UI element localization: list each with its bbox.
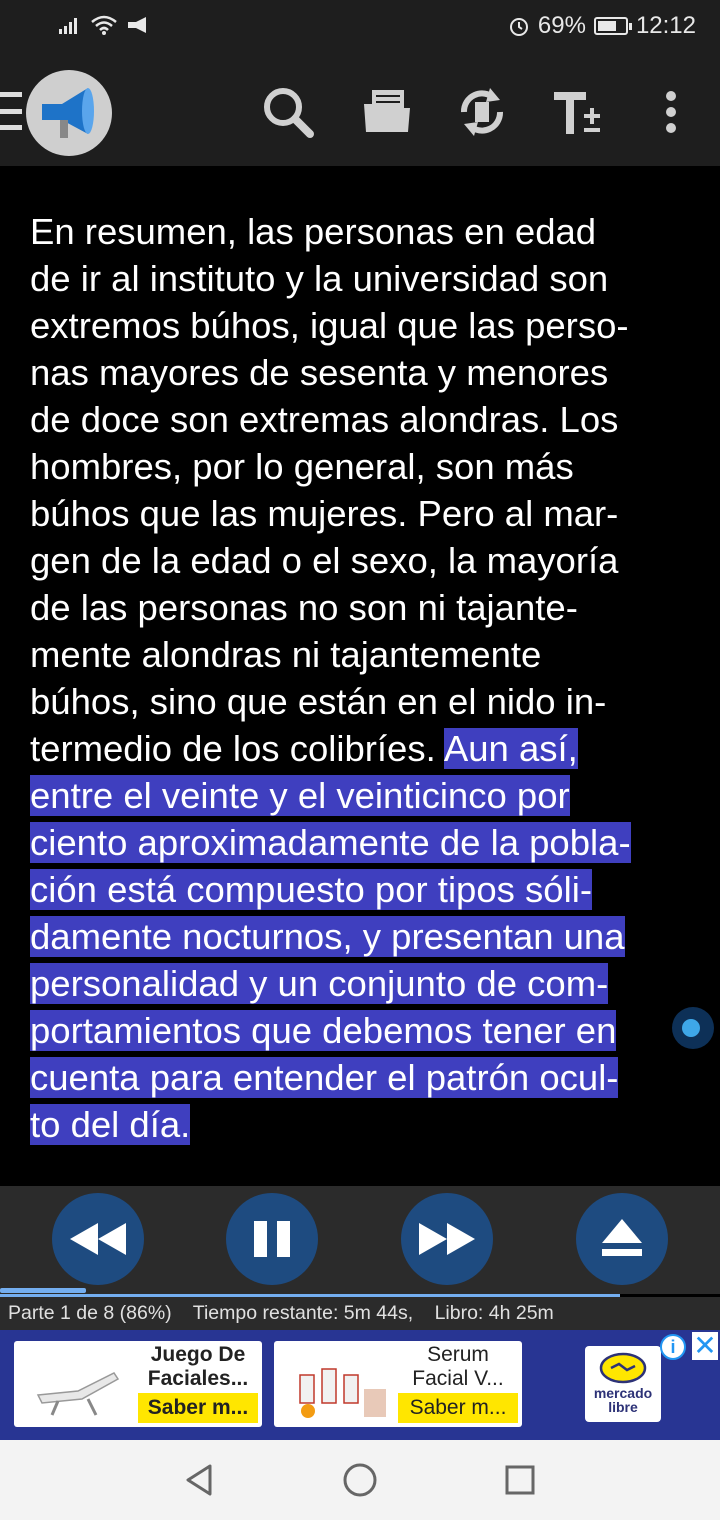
highlighted-text[interactable]: portamientos que debemos tener en <box>30 1010 617 1051</box>
search-icon[interactable] <box>258 82 318 142</box>
eject-button[interactable] <box>576 1193 668 1285</box>
mercado-libre-logo[interactable]: mercado libre <box>585 1346 661 1422</box>
megaphone-status-icon <box>128 17 146 33</box>
text-line-mixed: termedio de los colibríes. Aun así, <box>30 725 700 772</box>
megaphone-icon[interactable] <box>26 70 112 156</box>
ad-banner[interactable]: Juego De Faciales... Saber m... Serum Fa… <box>0 1330 720 1440</box>
recents-icon[interactable] <box>502 1462 538 1498</box>
text-line: búhos, sino que están en el nido in- <box>30 681 607 722</box>
rewind-button[interactable] <box>52 1193 144 1285</box>
highlighted-text[interactable]: Aun así, <box>443 728 578 769</box>
battery-percent: 69% <box>537 12 586 39</box>
back-icon[interactable] <box>182 1462 218 1498</box>
progress-track[interactable] <box>0 1286 720 1294</box>
sync-icon[interactable] <box>452 82 512 142</box>
highlighted-text[interactable]: entre el veinte y el veinticinco por <box>30 775 570 816</box>
text-line: gen de la edad o el sexo, la mayoría <box>30 540 619 581</box>
navigation-bar <box>0 1440 720 1520</box>
text-line: hombres, por lo general, son más <box>30 446 574 487</box>
highlighted-text[interactable]: cuenta para entender el patrón ocul- <box>30 1057 619 1098</box>
text-line: extremos búhos, igual que las perso- <box>30 305 629 346</box>
text-line: de ir al instituto y la universidad son <box>30 258 609 299</box>
highlighted-text[interactable]: personalidad y un conjunto de com- <box>30 963 609 1004</box>
ad-title: Juego De Faciales... <box>147 1343 249 1390</box>
rewind-icon <box>70 1223 126 1255</box>
highlighted-text[interactable]: damente nocturnos, y presentan una <box>30 916 625 957</box>
logo-text: mercado <box>593 1385 653 1401</box>
pause-icon <box>254 1221 290 1257</box>
text-line: búhos que las mujeres. Pero al mar- <box>30 493 619 534</box>
highlighted-text[interactable]: ciento aproximadamente de la pobla- <box>30 822 631 863</box>
handshake-icon <box>599 1352 647 1384</box>
book-duration: Libro: 4h 25m <box>434 1302 554 1324</box>
text-segment: termedio de los colibríes. <box>30 728 444 769</box>
ad-cta-button[interactable]: Saber m... <box>398 1393 518 1423</box>
player-controls <box>0 1186 720 1286</box>
folder-icon[interactable] <box>358 82 418 142</box>
selection-handle[interactable] <box>672 1007 714 1049</box>
ad-title-line-2: Facial V... <box>412 1367 504 1390</box>
ad-cta-button[interactable]: Saber m... <box>138 1393 258 1423</box>
clock: 12:12 <box>635 12 696 39</box>
eject-icon <box>602 1219 642 1256</box>
text-size-icon[interactable] <box>548 82 608 142</box>
part-info: Parte 1 de 8 (86%) <box>8 1302 172 1324</box>
home-icon[interactable] <box>342 1462 378 1498</box>
signal-icon <box>59 18 77 34</box>
highlighted-text[interactable]: ción está compuesto por tipos sóli- <box>30 869 592 910</box>
reader-text[interactable]: En resumen, las personas en edad de ir a… <box>30 208 700 1148</box>
highlighted-text[interactable]: to del día. <box>30 1104 191 1145</box>
text-line: de doce son extremas alondras. Los <box>30 399 619 440</box>
serum-bottles-icon <box>299 1368 386 1418</box>
text-line: En resumen, las personas en edad <box>30 211 597 252</box>
ad-card[interactable]: Juego De Faciales... Saber m... <box>14 1341 262 1427</box>
toolbar <box>0 56 720 166</box>
text-line: de las personas no son ni tajante- <box>30 587 578 628</box>
battery-icon <box>593 17 632 35</box>
ad-info-icon[interactable]: i <box>660 1334 686 1360</box>
wifi-icon <box>91 15 117 35</box>
fast-forward-icon <box>419 1223 475 1255</box>
text-line: mente alondras ni tajantemente <box>30 634 542 675</box>
menu-icon[interactable] <box>0 92 22 130</box>
status-bar: 69% 12:12 <box>0 0 720 56</box>
facial-chair-icon <box>36 1372 120 1416</box>
more-vertical-icon[interactable] <box>641 82 701 142</box>
ad-card[interactable]: Serum Facial V... Saber m... <box>274 1341 522 1427</box>
logo-text: libre <box>608 1399 638 1415</box>
fast-forward-button[interactable] <box>401 1193 493 1285</box>
alarm-icon <box>509 18 528 36</box>
ad-close-icon[interactable]: ✕ <box>692 1332 718 1360</box>
ad-title-line-1: Serum <box>427 1343 489 1366</box>
time-remaining: Tiempo restante: 5m 44s, <box>192 1302 414 1324</box>
pause-button[interactable] <box>226 1193 318 1285</box>
text-line: nas mayores de sesenta y menores <box>30 352 609 393</box>
playback-info: Parte 1 de 8 (86%) Tiempo restante: 5m 4… <box>0 1297 720 1330</box>
progress-bar <box>0 1288 86 1293</box>
